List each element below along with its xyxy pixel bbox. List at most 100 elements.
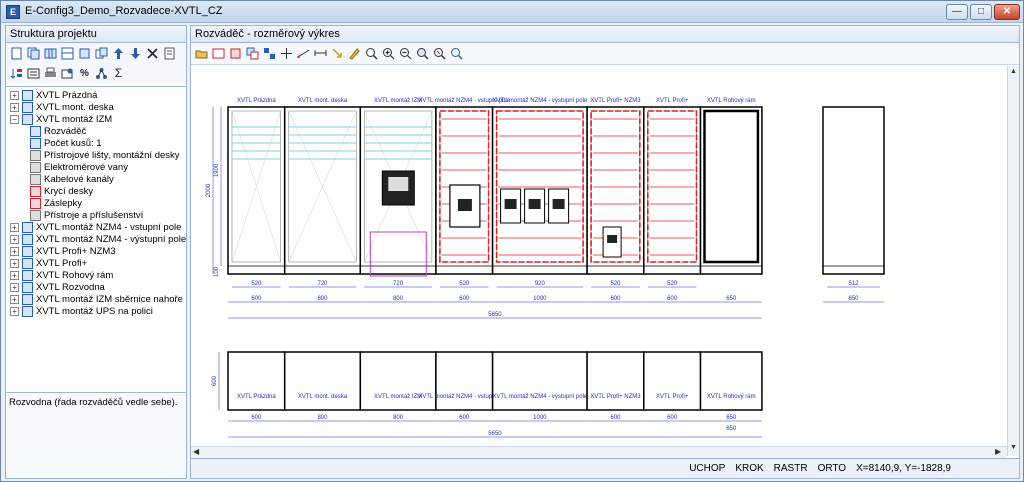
drawing-canvas[interactable]: XVTL Prázdná XVTL mont. deska XVTL montáž … — [191, 66, 1007, 468]
plan-width-label: 800 — [393, 415, 404, 421]
tree-item-label: Přístroje a příslušenství — [44, 209, 144, 221]
expand-toggle-icon[interactable]: + — [10, 222, 19, 232]
minimize-button[interactable]: — — [946, 4, 968, 20]
tree-item-label: XVTL montáž NZM4 - vstupní pole — [36, 221, 182, 233]
settings-icon[interactable] — [60, 66, 75, 81]
sum-icon[interactable]: Σ — [111, 66, 126, 81]
zoom-all-icon[interactable] — [449, 46, 464, 61]
breaker-face — [388, 177, 409, 191]
tree-item[interactable]: Počet kusů: 1 — [6, 137, 186, 149]
percent-icon[interactable]: % — [77, 66, 92, 81]
cabinet-label: XVTL montáž IZM — [374, 98, 422, 104]
multi-cabinet-icon[interactable] — [94, 46, 109, 61]
expand-toggle-icon[interactable]: − — [10, 114, 19, 124]
snap-icon[interactable] — [279, 46, 294, 61]
cabinet-row-icon[interactable] — [43, 46, 58, 61]
open-drawing-icon[interactable] — [194, 46, 209, 61]
expand-toggle-icon[interactable]: + — [10, 306, 19, 316]
scroll-right-icon[interactable]: ▶ — [995, 447, 1001, 456]
tree-item[interactable]: Záslepky — [6, 197, 186, 209]
status-krok[interactable]: KROK — [735, 463, 763, 474]
tree-item[interactable]: Elektroměrové vany — [6, 161, 186, 173]
sort-icon[interactable] — [9, 66, 24, 81]
cabinet-view-icon[interactable] — [211, 46, 226, 61]
drawing-toolbar — [191, 43, 1019, 65]
tree-item[interactable]: − XVTL montáž IZM — [6, 113, 186, 125]
tree-item[interactable]: + XVTL montáž NZM4 - vstupní pole — [6, 221, 186, 233]
status-orto[interactable]: ORTO — [818, 463, 847, 474]
zoom-in-icon[interactable] — [381, 46, 396, 61]
tree-item-label: XVTL montáž NZM4 - výstupní pole — [36, 233, 186, 245]
tree-item[interactable]: + XVTL Prázdná — [6, 89, 186, 101]
outer-width-label: 800 — [393, 296, 404, 302]
expand-toggle-icon[interactable]: + — [10, 90, 19, 100]
tree-item-label: Počet kusů: 1 — [44, 137, 102, 149]
zoom-fit-icon[interactable] — [364, 46, 379, 61]
plan-width-label: 600 — [667, 415, 678, 421]
tree-item[interactable]: Rozváděč — [6, 125, 186, 137]
maximize-button[interactable]: □ — [970, 4, 992, 20]
list-view-icon[interactable] — [26, 66, 41, 81]
network-icon[interactable] — [94, 66, 109, 81]
tree-item[interactable]: + XVTL Profi+ NZM3 — [6, 245, 186, 257]
status-uchop[interactable]: UCHOP — [689, 463, 725, 474]
plan-width-label: 600 — [459, 415, 470, 421]
cabinet-icon — [22, 257, 33, 269]
properties-icon[interactable] — [162, 46, 177, 61]
tree-item-label: XVTL Profi+ — [36, 257, 88, 269]
zoom-out-icon[interactable] — [398, 46, 413, 61]
print-icon[interactable] — [43, 66, 58, 81]
cabinet-frame — [643, 106, 702, 275]
expand-toggle-icon[interactable]: + — [10, 102, 19, 112]
tree-item[interactable]: Kabelové kanály — [6, 173, 186, 185]
move-up-icon[interactable] — [111, 46, 126, 61]
group-icon[interactable] — [262, 46, 277, 61]
layers-icon[interactable] — [245, 46, 260, 61]
close-button[interactable]: ✕ — [994, 4, 1020, 20]
side-inner-label: 512 — [848, 281, 859, 287]
pen-icon[interactable] — [347, 46, 362, 61]
vertical-scrollbar[interactable]: ▲ ▼ — [1007, 66, 1019, 456]
scroll-down-icon[interactable]: ▼ — [1009, 444, 1018, 452]
drawing-panel: Rozváděč - rozměrový výkres XVTL Prázdná… — [190, 25, 1020, 479]
tree-item[interactable]: Přístroje a příslušenství — [6, 209, 186, 221]
tree-item[interactable]: + XVTL mont. deska — [6, 101, 186, 113]
tree-item[interactable]: + XVTL Rozvodna — [6, 281, 186, 293]
tree-item[interactable]: + XVTL montáž UPS na polici — [6, 305, 186, 317]
arrow-tool-icon[interactable] — [330, 46, 345, 61]
tree-item[interactable]: + XVTL montáž IZM sběrnice nahoře — [6, 293, 186, 305]
plan-cabinet-label: XVTL Profi+ — [656, 394, 689, 400]
expand-toggle-icon[interactable]: + — [10, 234, 19, 244]
cabinet-grid-icon[interactable] — [60, 46, 75, 61]
tree-item[interactable]: + XVTL montáž NZM4 - výstupní pole — [6, 233, 186, 245]
cabinet-icon — [22, 305, 33, 317]
cabinet-red-icon[interactable] — [228, 46, 243, 61]
delete-icon[interactable] — [145, 46, 160, 61]
status-rastr[interactable]: RASTR — [774, 463, 808, 474]
new-document-icon[interactable] — [9, 46, 24, 61]
expand-toggle-icon[interactable]: + — [10, 282, 19, 292]
tree-item[interactable]: + XVTL Rohový rám — [6, 269, 186, 281]
zoom-previous-icon[interactable] — [432, 46, 447, 61]
tree-item[interactable]: + XVTL Profi+ — [6, 257, 186, 269]
tree-item-label: XVTL mont. deska — [36, 101, 114, 113]
tree-item[interactable]: Krycí desky — [6, 185, 186, 197]
project-tree: + XVTL Prázdná + XVTL mont. deska − XVTL mont… — [6, 86, 186, 388]
measure-icon[interactable] — [313, 46, 328, 61]
horizontal-scrollbar[interactable]: ◀ ▶ — [191, 446, 1007, 458]
cabinet-copy-icon[interactable] — [77, 46, 92, 61]
expand-toggle-icon[interactable]: + — [10, 258, 19, 268]
cabinet-label: XVTL Profi+ NZM3 — [590, 98, 641, 104]
move-down-icon[interactable] — [128, 46, 143, 61]
dimension-icon[interactable] — [296, 46, 311, 61]
scroll-left-icon[interactable]: ◀ — [193, 447, 199, 456]
expand-toggle-icon[interactable]: + — [10, 270, 19, 280]
copy-document-icon[interactable] — [26, 46, 41, 61]
zoom-window-icon[interactable] — [415, 46, 430, 61]
scroll-up-icon[interactable]: ▲ — [1009, 68, 1018, 76]
plan-width-label: 600 — [251, 415, 262, 421]
expand-toggle-icon[interactable]: + — [10, 246, 19, 256]
expand-toggle-icon[interactable]: + — [10, 294, 19, 304]
tree-item-label: Elektroměrové vany — [44, 161, 128, 173]
tree-item[interactable]: Přístrojové lišty, montážní desky — [6, 149, 186, 161]
